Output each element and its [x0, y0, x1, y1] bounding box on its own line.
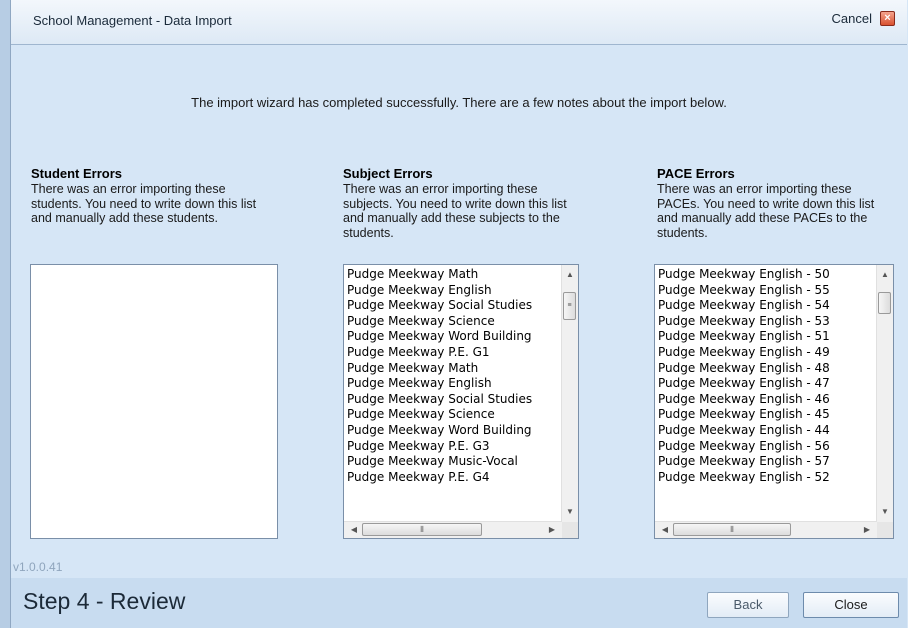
list-item[interactable]: Pudge Meekway English - 45: [658, 407, 874, 423]
list-item[interactable]: Pudge Meekway Math: [347, 361, 559, 377]
student-errors-description: There was an error importing these stude…: [31, 182, 257, 225]
list-item[interactable]: Pudge Meekway Math: [347, 267, 559, 283]
scroll-thumb[interactable]: [878, 292, 891, 314]
subject-errors-list[interactable]: Pudge Meekway Math Pudge Meekway English P…: [343, 264, 579, 539]
pace-errors-title: PACE Errors: [657, 166, 735, 181]
back-button[interactable]: Back: [707, 592, 789, 618]
pace-errors-section: PACE Errors There was an error importing…: [657, 166, 897, 240]
wizard-footer: Step 4 - Review Back Close: [11, 578, 907, 628]
cancel-label: Cancel: [831, 11, 872, 26]
step-title: Step 4 - Review: [23, 588, 186, 614]
pace-vertical-scrollbar[interactable]: ▲ ▼: [876, 265, 893, 522]
list-item[interactable]: Pudge Meekway Music-Vocal: [347, 454, 559, 470]
list-item[interactable]: Pudge Meekway English - 50: [658, 267, 874, 283]
scroll-right-arrow-icon[interactable]: ▶: [859, 522, 875, 538]
list-item[interactable]: Pudge Meekway English - 49: [658, 345, 874, 361]
list-item[interactable]: Pudge Meekway English: [347, 376, 559, 392]
subject-errors-items: Pudge Meekway Math Pudge Meekway English P…: [347, 267, 559, 507]
wizard-content: The import wizard has completed successf…: [11, 45, 907, 555]
close-icon[interactable]: ×: [880, 11, 895, 26]
list-item[interactable]: Pudge Meekway P.E. G4: [347, 470, 559, 486]
list-item[interactable]: Pudge Meekway English - 46: [658, 392, 874, 408]
subject-vertical-scrollbar[interactable]: ▲ ≡ ▼: [561, 265, 578, 522]
list-item[interactable]: Pudge Meekway English - 53: [658, 314, 874, 330]
list-item[interactable]: Pudge Meekway P.E. G3: [347, 439, 559, 455]
title-bar: School Management - Data Import Cancel ×: [11, 0, 907, 45]
scroll-left-arrow-icon[interactable]: ◀: [657, 522, 673, 538]
list-item[interactable]: Pudge Meekway Word Building: [347, 329, 559, 345]
pace-horizontal-scrollbar[interactable]: ◀ ⦀ ▶: [655, 521, 877, 538]
close-button[interactable]: Close: [803, 592, 899, 618]
student-errors-list[interactable]: [30, 264, 278, 539]
list-item[interactable]: Pudge Meekway Social Studies: [347, 392, 559, 408]
list-item[interactable]: Pudge Meekway English - 47: [658, 376, 874, 392]
scroll-thumb[interactable]: ⦀: [362, 523, 482, 536]
scroll-right-arrow-icon[interactable]: ▶: [544, 522, 560, 538]
version-label: v1.0.0.41: [13, 560, 63, 574]
list-item[interactable]: Pudge Meekway Social Studies: [347, 298, 559, 314]
pace-errors-items: Pudge Meekway English - 50 Pudge Meekway …: [658, 267, 874, 507]
scroll-thumb[interactable]: ≡: [563, 292, 576, 320]
list-item[interactable]: Pudge Meekway English - 44: [658, 423, 874, 439]
subject-errors-description: There was an error importing these subje…: [343, 182, 567, 240]
scroll-thumb[interactable]: ⦀: [673, 523, 791, 536]
student-errors-title: Student Errors: [31, 166, 123, 181]
scrollbar-corner: [877, 522, 893, 538]
list-item[interactable]: Pudge Meekway English - 56: [658, 439, 874, 455]
subject-horizontal-scrollbar[interactable]: ◀ ⦀ ▶: [344, 521, 562, 538]
list-item[interactable]: Pudge Meekway Science: [347, 314, 559, 330]
list-item[interactable]: Pudge Meekway English - 57: [658, 454, 874, 470]
pace-errors-list[interactable]: Pudge Meekway English - 50 Pudge Meekway …: [654, 264, 894, 539]
scroll-up-arrow-icon[interactable]: ▲: [562, 267, 578, 283]
subject-errors-title: Subject Errors: [343, 166, 433, 181]
scrollbar-corner: [562, 522, 578, 538]
scroll-up-arrow-icon[interactable]: ▲: [877, 267, 893, 283]
list-item[interactable]: Pudge Meekway English - 48: [658, 361, 874, 377]
cancel-button[interactable]: Cancel ×: [832, 11, 895, 26]
list-item[interactable]: Pudge Meekway English - 54: [658, 298, 874, 314]
list-item[interactable]: Pudge Meekway English - 52: [658, 470, 874, 486]
completion-message: The import wizard has completed successf…: [191, 95, 727, 110]
subject-errors-section: Subject Errors There was an error import…: [343, 166, 583, 240]
list-item[interactable]: Pudge Meekway Word Building: [347, 423, 559, 439]
window-title: School Management - Data Import: [33, 13, 232, 28]
import-wizard-window: School Management - Data Import Cancel ×…: [10, 0, 908, 628]
scroll-left-arrow-icon[interactable]: ◀: [346, 522, 362, 538]
list-item[interactable]: Pudge Meekway P.E. G1: [347, 345, 559, 361]
list-item[interactable]: Pudge Meekway English: [347, 283, 559, 299]
pace-errors-description: There was an error importing these PACEs…: [657, 182, 875, 240]
scroll-down-arrow-icon[interactable]: ▼: [562, 504, 578, 520]
scroll-down-arrow-icon[interactable]: ▼: [877, 504, 893, 520]
student-errors-section: Student Errors There was an error import…: [31, 166, 271, 226]
list-item[interactable]: Pudge Meekway Science: [347, 407, 559, 423]
list-item[interactable]: Pudge Meekway English - 55: [658, 283, 874, 299]
list-item[interactable]: Pudge Meekway English - 51: [658, 329, 874, 345]
